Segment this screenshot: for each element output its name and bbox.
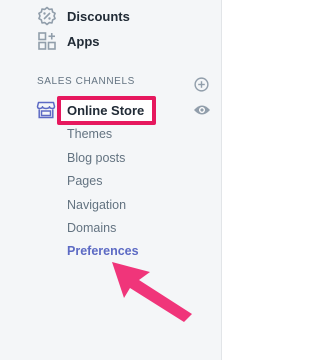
eye-icon[interactable] <box>193 103 211 117</box>
annotation-arrow-icon <box>112 262 192 322</box>
sub-item-blog-posts[interactable]: Blog posts <box>67 151 125 169</box>
section-header-sales-channels: SALES CHANNELS <box>37 76 135 87</box>
plus-circle-icon <box>193 76 209 92</box>
add-sales-channel-button[interactable] <box>193 76 209 92</box>
sales-channel-online-store[interactable]: Online Store <box>36 96 216 125</box>
apps-grid-icon <box>36 30 58 52</box>
sub-item-themes[interactable]: Themes <box>67 127 112 145</box>
storefront-icon <box>36 100 56 120</box>
sub-item-domains[interactable]: Domains <box>67 221 116 239</box>
nav-item-discounts[interactable]: Discounts <box>36 4 130 28</box>
nav-label-discounts: Discounts <box>67 8 130 24</box>
nav-item-apps[interactable]: Apps <box>36 29 100 53</box>
percent-badge-icon <box>36 5 58 27</box>
main-content-area <box>222 0 306 360</box>
nav-label-apps: Apps <box>67 33 100 49</box>
sub-item-navigation[interactable]: Navigation <box>67 198 126 216</box>
sub-item-pages[interactable]: Pages <box>67 174 102 192</box>
online-store-label: Online Store <box>57 96 157 125</box>
